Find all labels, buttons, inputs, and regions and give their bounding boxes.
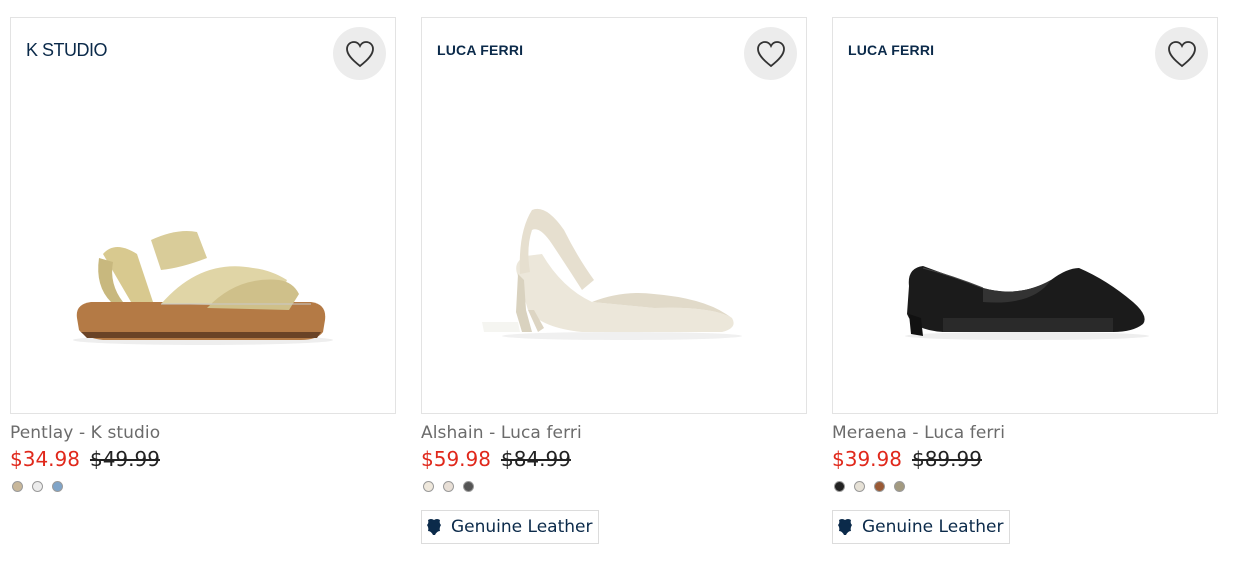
color-swatches (832, 481, 1218, 492)
color-swatch[interactable] (32, 481, 43, 492)
product-image-box[interactable]: K STUDIO (10, 17, 396, 414)
product-image-box[interactable]: LUCA FERRI (832, 17, 1218, 414)
brand-logo: K STUDIO (26, 40, 108, 60)
color-swatch[interactable] (463, 481, 474, 492)
heart-outline-icon (756, 40, 785, 67)
product-prices: $39.98 $89.99 (832, 446, 1218, 474)
sale-price: $34.98 (10, 447, 80, 471)
original-price: $49.99 (89, 447, 160, 471)
product-card[interactable]: LUCA FERRI Alshain - Luca ferri $59.98 $8… (421, 17, 807, 544)
color-swatch[interactable] (12, 481, 23, 492)
product-name[interactable]: Pentlay - K studio (10, 422, 396, 444)
sale-price: $39.98 (832, 447, 902, 471)
product-card[interactable]: K STUDIO Pentlay - K studio $34.98 $49.99 (10, 17, 396, 492)
product-card[interactable]: LUCA FERRI Meraena - Luca ferri $39.98 $8… (832, 17, 1218, 544)
color-swatch[interactable] (854, 481, 865, 492)
original-price: $84.99 (500, 447, 571, 471)
product-image[interactable] (11, 18, 395, 413)
heart-outline-icon (345, 40, 374, 67)
color-swatch[interactable] (443, 481, 454, 492)
brand-logo: LUCA FERRI (437, 42, 524, 58)
wishlist-button[interactable] (333, 27, 386, 80)
genuine-leather-badge: Genuine Leather (832, 510, 1011, 544)
badge-label: Genuine Leather (451, 517, 593, 537)
brand-logo: LUCA FERRI (848, 42, 935, 58)
leather-hide-icon (838, 519, 852, 535)
color-swatch[interactable] (894, 481, 905, 492)
wishlist-button[interactable] (744, 27, 797, 80)
heart-outline-icon (1167, 40, 1196, 67)
product-name[interactable]: Meraena - Luca ferri (832, 422, 1218, 444)
product-image[interactable] (422, 18, 806, 413)
wishlist-button[interactable] (1155, 27, 1208, 80)
color-swatches (10, 481, 396, 492)
color-swatch[interactable] (423, 481, 434, 492)
product-name[interactable]: Alshain - Luca ferri (421, 422, 807, 444)
leather-hide-icon (427, 519, 441, 535)
product-prices: $34.98 $49.99 (10, 446, 396, 474)
product-image[interactable] (833, 18, 1217, 413)
genuine-leather-badge: Genuine Leather (421, 510, 600, 544)
color-swatch[interactable] (52, 481, 63, 492)
color-swatch[interactable] (874, 481, 885, 492)
sale-price: $59.98 (421, 447, 491, 471)
product-prices: $59.98 $84.99 (421, 446, 807, 474)
badge-label: Genuine Leather (862, 517, 1004, 537)
color-swatch[interactable] (834, 481, 845, 492)
color-swatches (421, 481, 807, 492)
product-image-box[interactable]: LUCA FERRI (421, 17, 807, 414)
original-price: $89.99 (911, 447, 982, 471)
